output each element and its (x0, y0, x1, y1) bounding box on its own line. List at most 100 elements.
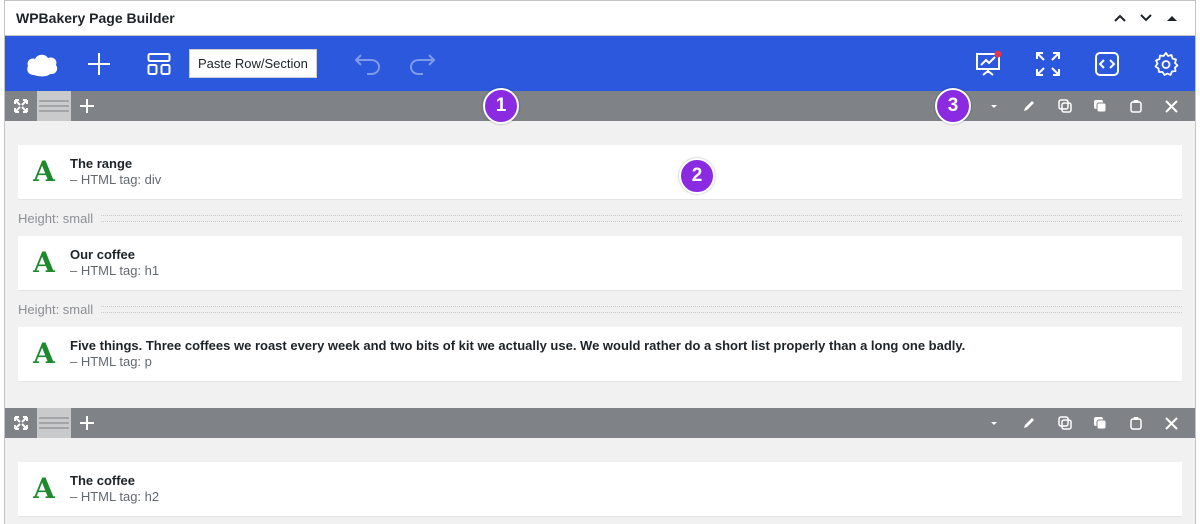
wpbakery-logo-button[interactable] (17, 36, 67, 91)
element-title: Five things. Three coffees we roast ever… (70, 338, 966, 353)
redo-icon (409, 53, 436, 75)
row-delete-button[interactable] (1154, 408, 1190, 438)
row-edit-button[interactable] (1012, 408, 1048, 438)
copy-icon (1094, 100, 1107, 113)
preview-button[interactable] (959, 36, 1018, 91)
chevron-up-icon (1114, 14, 1126, 22)
element-subtitle: – HTML tag: p (70, 354, 152, 369)
empty-space-element[interactable]: Height: small (18, 291, 1182, 327)
templates-button[interactable] (131, 36, 187, 91)
text-element[interactable]: A Five things. Three coffees we roast ev… (18, 327, 1182, 382)
clone-icon (1058, 416, 1072, 430)
plus-icon (88, 52, 110, 75)
redo-button[interactable] (395, 36, 451, 91)
spacer-line (101, 214, 1182, 222)
spacer-label: Height: small (18, 301, 94, 317)
row-layout-button[interactable] (5, 408, 37, 438)
expand-arrows-icon (14, 99, 28, 113)
row-copy-button[interactable] (1083, 408, 1119, 438)
custom-heading-icon: A (33, 472, 55, 505)
add-element-button[interactable] (67, 36, 131, 91)
plus-icon (80, 99, 94, 113)
undo-button[interactable] (339, 36, 395, 91)
row-clone-button[interactable] (1047, 91, 1083, 121)
row-layout-button[interactable] (5, 91, 37, 121)
element-title: The coffee (70, 473, 136, 488)
text-element[interactable]: A Our coffee – HTML tag: h1 (18, 236, 1182, 291)
element-text: Five things. Three coffees we roast ever… (70, 338, 965, 370)
caret-up-icon (1167, 16, 1177, 21)
paste-row-section-button[interactable]: Paste Row/Section (189, 49, 317, 78)
custom-code-button[interactable] (1077, 36, 1136, 91)
clone-icon (1058, 99, 1072, 113)
row-drag-handle[interactable] (37, 408, 71, 438)
custom-heading-icon: A (33, 155, 55, 188)
panel-controls (1109, 7, 1183, 29)
panel-title: WPBakery Page Builder (16, 10, 175, 26)
templates-icon (147, 52, 171, 75)
caret-down-icon (990, 422, 997, 425)
spacer-line (101, 305, 1182, 313)
row-content-2: A The coffee – HTML tag: h2 (5, 438, 1195, 517)
text-element[interactable]: A The range – HTML tag: div (18, 145, 1182, 200)
chevron-down-icon (1140, 14, 1152, 22)
element-title: Our coffee (70, 247, 136, 262)
close-icon (1165, 99, 1178, 113)
toggle-panel-button[interactable] (1161, 7, 1183, 29)
fullscreen-icon (1035, 51, 1060, 76)
element-text: The range – HTML tag: div (70, 156, 161, 188)
close-icon (1165, 416, 1178, 430)
row-paste-button[interactable] (1118, 408, 1154, 438)
row-copy-button[interactable] (1083, 91, 1119, 121)
clipboard-icon (1130, 100, 1142, 113)
row-actions-2 (976, 408, 1189, 438)
text-element[interactable]: A The coffee – HTML tag: h2 (18, 462, 1182, 517)
row-clone-button[interactable] (1047, 408, 1083, 438)
pencil-icon (1024, 418, 1035, 428)
add-column-button[interactable] (71, 91, 103, 121)
row-delete-button[interactable] (1154, 91, 1190, 121)
row-toggle-button[interactable] (976, 91, 1012, 121)
row-paste-button[interactable] (1118, 91, 1154, 121)
callout-badge-2: 2 (679, 158, 715, 194)
custom-code-icon (1094, 51, 1119, 76)
toolbar-right-group (959, 36, 1195, 91)
row-content-1: A The range – HTML tag: div Height: smal… (5, 121, 1195, 408)
add-column-button[interactable] (71, 408, 103, 438)
fullscreen-button[interactable] (1018, 36, 1077, 91)
drag-lines-icon (39, 417, 69, 429)
element-text: Our coffee – HTML tag: h1 (70, 247, 159, 279)
move-down-button[interactable] (1135, 7, 1157, 29)
element-subtitle: – HTML tag: h2 (70, 489, 160, 504)
element-text: The coffee – HTML tag: h2 (70, 473, 159, 505)
expand-arrows-icon (14, 416, 28, 430)
row-edit-button[interactable] (1012, 91, 1048, 121)
row-actions-1 (976, 91, 1189, 121)
gear-icon (1154, 51, 1178, 76)
callout-badge-1: 1 (483, 88, 519, 124)
spacer-label: Height: small (18, 210, 94, 226)
element-subtitle: – HTML tag: div (70, 172, 162, 187)
preview-icon (975, 50, 1001, 76)
custom-heading-icon: A (33, 246, 55, 279)
drag-lines-icon (39, 100, 69, 112)
wpbakery-logo-icon (27, 54, 58, 76)
undo-icon (354, 53, 380, 75)
settings-button[interactable] (1136, 36, 1195, 91)
custom-heading-icon: A (33, 337, 55, 370)
callout-badge-3: 3 (935, 88, 971, 124)
row-controls-2 (5, 408, 1195, 438)
element-title: The range (70, 156, 133, 171)
plus-icon (80, 416, 94, 430)
main-toolbar: Paste Row/Section (5, 36, 1195, 91)
caret-down-icon (990, 105, 997, 108)
element-subtitle: – HTML tag: h1 (70, 263, 160, 278)
row-toggle-button[interactable] (976, 408, 1012, 438)
pencil-icon (1024, 101, 1035, 111)
row-drag-handle[interactable] (37, 91, 71, 121)
panel-header: WPBakery Page Builder (5, 0, 1195, 36)
empty-space-element[interactable]: Height: small (18, 200, 1182, 236)
row-controls-1 (5, 91, 1195, 121)
page-builder-panel: WPBakery Page Builder Paste Row/Section … (4, 0, 1196, 524)
move-up-button[interactable] (1109, 7, 1131, 29)
